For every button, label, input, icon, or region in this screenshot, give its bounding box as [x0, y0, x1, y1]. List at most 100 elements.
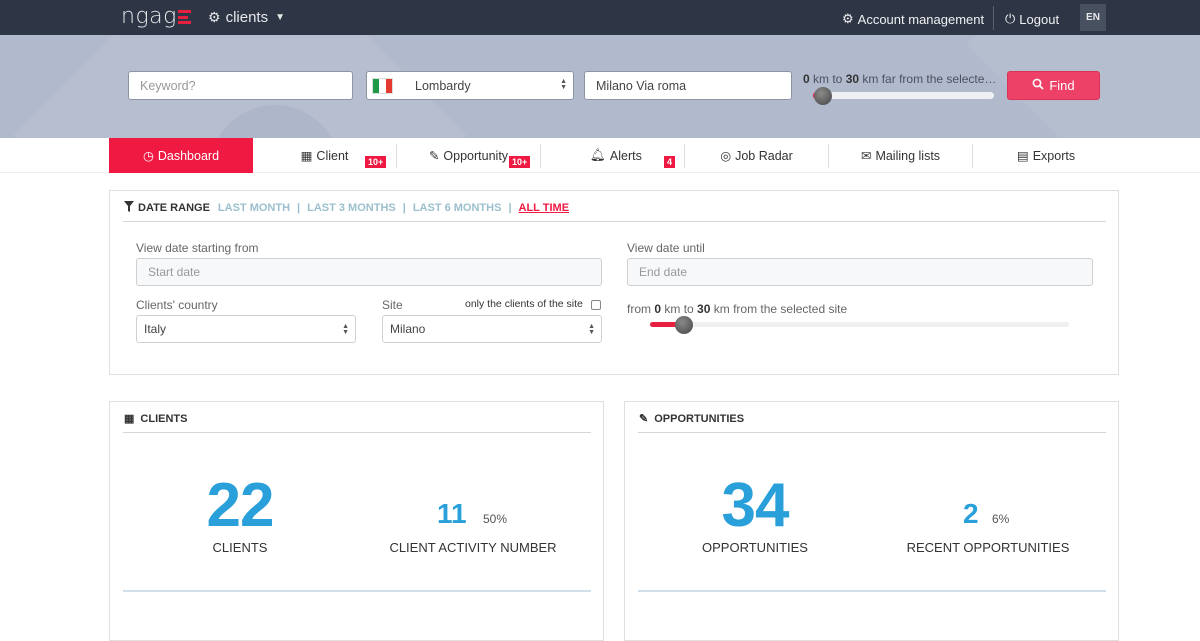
- app-name: clients: [225, 9, 269, 26]
- divider: [123, 221, 1106, 222]
- opportunities-panel: ✎ OPPORTUNITIES 34 OPPORTUNITIES 2 6% RE…: [624, 401, 1119, 641]
- logo-text: ngag: [121, 4, 177, 29]
- logo-e-mark: [177, 10, 191, 24]
- divider: [993, 6, 994, 30]
- tab-label: Client: [316, 148, 349, 163]
- separator: |: [402, 202, 406, 214]
- italy-flag-icon: [372, 77, 393, 94]
- distance-slider[interactable]: [813, 87, 994, 105]
- slider-handle[interactable]: [814, 87, 832, 105]
- account-management-link[interactable]: ⚙ Account management: [842, 11, 984, 27]
- separator: |: [508, 202, 512, 214]
- start-date-label: View date starting from: [136, 241, 259, 255]
- search-hero: Keyword? Lombardy ▲ ▼ Milano Via roma 0 k…: [0, 35, 1200, 138]
- site-value: Milano: [390, 322, 426, 336]
- distance-range-label: 0 km to 30 km far from the selecte…: [803, 72, 997, 86]
- gear-icon: ⚙: [208, 9, 221, 25]
- dashboard-icon: ◷: [142, 149, 154, 163]
- find-label: Find: [1049, 78, 1075, 93]
- country-label: Clients' country: [136, 298, 218, 312]
- bell-icon: 🔔︎: [590, 148, 606, 162]
- search-icon: [1032, 78, 1044, 93]
- tab-label: Opportunity: [443, 148, 509, 163]
- tab-label: Alerts: [609, 148, 642, 163]
- recent-opportunities-count: 2: [963, 498, 979, 529]
- opportunities-title: OPPORTUNITIES: [654, 412, 745, 425]
- envelope-open-icon: ✉: [860, 149, 872, 163]
- select-arrows-icon: ▲ ▼: [342, 323, 349, 336]
- divider: [638, 432, 1106, 433]
- range-last-3-months[interactable]: LAST 3 MONTHS: [307, 202, 396, 214]
- radar-icon: ◎: [720, 149, 732, 163]
- chevron-down-icon: ▼: [275, 12, 285, 23]
- region-value: Lombardy: [415, 78, 471, 93]
- country-select[interactable]: Italy ▲ ▼: [136, 315, 356, 343]
- tab-dashboard[interactable]: ◷ Dashboard: [109, 138, 253, 173]
- clients-panel-header: ▦ CLIENTS: [124, 412, 188, 426]
- opportunities-total-label: OPPORTUNITIES: [702, 540, 808, 555]
- alerts-count-badge: 4: [664, 156, 676, 168]
- account-label: Account management: [857, 11, 985, 27]
- separator: |: [297, 202, 301, 214]
- main-nav: ◷ Dashboard ▦ Client 10+ ✎ Opportunity 1…: [0, 138, 1200, 173]
- app-switcher[interactable]: ⚙ clients ▼: [208, 9, 285, 26]
- divider: [123, 432, 591, 433]
- end-date-label: View date until: [627, 241, 705, 255]
- start-date-input[interactable]: Start date: [136, 258, 602, 286]
- find-button[interactable]: Find: [1007, 71, 1100, 100]
- client-activity-percent: 50%: [483, 512, 508, 526]
- logout-link[interactable]: ⏻ Logout: [1005, 11, 1059, 27]
- tab-alerts[interactable]: 🔔︎ Alerts: [541, 138, 684, 173]
- tab-job-radar[interactable]: ◎ Job Radar: [685, 138, 828, 173]
- range-last-month[interactable]: LAST MONTH: [218, 202, 290, 214]
- clients-total-label: CLIENTS: [212, 540, 268, 555]
- building-icon: ▦: [300, 149, 313, 163]
- pencil-icon: ✎: [428, 149, 440, 163]
- app-logo[interactable]: ngag: [121, 4, 191, 29]
- address-input[interactable]: Milano Via roma: [584, 71, 792, 100]
- date-range-title: DATE RANGE: [138, 202, 210, 214]
- tab-mailing-lists[interactable]: ✉ Mailing lists: [829, 138, 972, 173]
- tab-label: Mailing lists: [875, 148, 941, 163]
- top-bar: ngag ⚙ clients ▼ ⚙ Account management ⏻ …: [0, 0, 1200, 35]
- slider-handle[interactable]: [675, 316, 694, 334]
- building-icon: ▦: [124, 413, 135, 425]
- end-date-input[interactable]: End date: [627, 258, 1093, 286]
- client-count-badge: 10+: [365, 156, 387, 168]
- select-arrows-icon: ▲ ▼: [560, 78, 567, 91]
- site-distance-label: from 0 km to 30 km from the selected sit…: [627, 302, 848, 316]
- clients-total: 22: [206, 471, 275, 540]
- keyword-input[interactable]: Keyword?: [128, 71, 353, 100]
- logout-label: Logout: [1019, 11, 1060, 27]
- recent-opportunities-percent: 6%: [992, 512, 1010, 526]
- tab-label: Dashboard: [157, 148, 220, 163]
- export-icon: ▤: [1016, 149, 1029, 163]
- client-activity-count: 11: [437, 498, 467, 529]
- recent-opportunities-label: RECENT OPPORTUNITIES: [906, 540, 1070, 555]
- language-selector[interactable]: EN: [1080, 4, 1106, 31]
- select-arrows-icon: ▲ ▼: [588, 323, 595, 336]
- clients-title: CLIENTS: [140, 412, 188, 425]
- tab-exports[interactable]: ▤ Exports: [973, 138, 1119, 173]
- client-activity-label: CLIENT ACTIVITY NUMBER: [389, 540, 557, 555]
- site-select[interactable]: Milano ▲ ▼: [382, 315, 602, 343]
- date-range-header: DATE RANGE LAST MONTH | LAST 3 MONTHS | …: [124, 201, 569, 215]
- opportunities-panel-header: ✎ OPPORTUNITIES: [639, 412, 745, 426]
- tab-label: Exports: [1032, 148, 1076, 163]
- site-label: Site: [382, 298, 403, 312]
- range-last-6-months[interactable]: LAST 6 MONTHS: [413, 202, 502, 214]
- opportunity-count-badge: 10+: [509, 156, 531, 168]
- opportunities-total: 34: [721, 471, 790, 540]
- divider: [123, 590, 591, 592]
- region-select[interactable]: Lombardy ▲ ▼: [366, 71, 574, 100]
- filter-icon: [124, 201, 134, 215]
- site-distance-slider[interactable]: [650, 316, 1069, 334]
- tab-label: Job Radar: [735, 148, 793, 163]
- only-site-checkbox[interactable]: [591, 300, 601, 310]
- country-value: Italy: [144, 322, 167, 336]
- gear-icon: ⚙: [842, 11, 854, 26]
- clients-panel: ▦ CLIENTS 22 CLIENTS 11 50% CLIENT ACTIV…: [109, 401, 604, 641]
- divider: [638, 590, 1106, 592]
- pencil-icon: ✎: [639, 413, 649, 425]
- range-all-time[interactable]: ALL TIME: [519, 202, 570, 214]
